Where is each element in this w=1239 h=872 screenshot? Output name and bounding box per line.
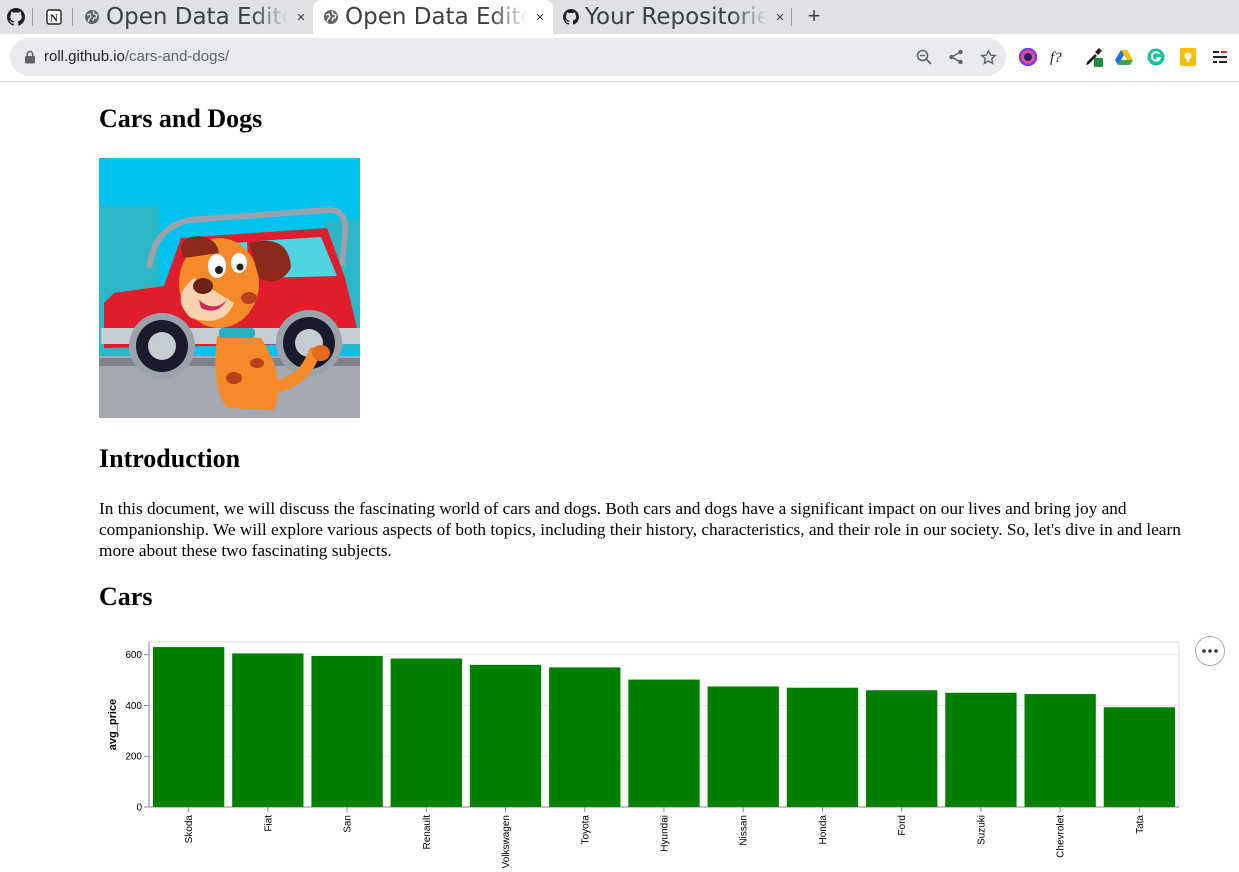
x-tick-label: Honda	[818, 815, 829, 845]
avg-price-chart: 0 200 400 600 avg_price Skoda Fiat San Renault Vo…	[99, 635, 1189, 872]
extension-keep[interactable]	[1177, 46, 1199, 68]
cartoon-dog-car-image	[99, 158, 360, 418]
y-tick-label: 0	[136, 803, 142, 814]
x-tick-label: San	[343, 815, 354, 833]
y-axis-title: avg_price	[107, 699, 119, 750]
bookmark-button[interactable]	[977, 46, 999, 68]
bar-tata	[1103, 707, 1176, 807]
bar-chevrolet	[1024, 694, 1096, 807]
bar-hyundai	[628, 679, 700, 807]
url-path: /cars-and-dogs/	[124, 48, 230, 65]
grammarly-icon	[1147, 48, 1165, 66]
bar-honda	[786, 687, 859, 807]
new-tab-button[interactable]: +	[800, 2, 828, 30]
introduction-paragraph: In this document, we will discuss the fa…	[99, 499, 1181, 560]
extension-grammarly[interactable]	[1145, 46, 1167, 68]
tab-separator	[32, 8, 33, 26]
tab-title: Open Data Editor	[345, 4, 527, 30]
tab-your-repositories[interactable]: Your Repositories ×	[553, 0, 789, 34]
tab-title: Your Repositories	[585, 4, 767, 30]
x-tick-label: Tata	[1135, 815, 1146, 834]
cars-heading: Cars	[99, 582, 153, 611]
color-picker-icon	[1019, 48, 1037, 66]
globe-icon	[85, 10, 99, 24]
url-host: roll.github.io	[44, 48, 125, 65]
address-bar[interactable]: roll.github.io/cars-and-dogs/	[10, 38, 1006, 76]
bar-ford	[866, 690, 938, 807]
bar-skoda	[152, 647, 225, 807]
close-icon[interactable]: ×	[771, 9, 789, 26]
bar-toyota	[549, 667, 621, 807]
lock-icon	[25, 50, 35, 64]
extension-eyedropper[interactable]	[1083, 46, 1105, 68]
x-tick-label: Hyundai	[660, 815, 671, 852]
tab-open-data-editor-1[interactable]: Open Data Editor ×	[74, 0, 310, 34]
bar-nissan	[707, 686, 779, 807]
y-tick-label: 600	[125, 650, 142, 661]
menu-extension-icon	[1213, 51, 1227, 63]
url-text: roll.github.io/cars-and-dogs/	[44, 48, 229, 65]
web-page: Cars and Dogs Introduction In this docum…	[0, 83, 1239, 872]
bar-chart-svg: 0 200 400 600 avg_price Skoda Fiat San Renault Vo…	[107, 641, 1180, 868]
tab-title: Open Data Editor	[106, 4, 288, 30]
google-drive-icon	[1115, 50, 1133, 65]
x-tick-label: Chevrolet	[1056, 815, 1067, 858]
bar-suzuki	[945, 692, 1017, 807]
bar-fiat	[232, 653, 304, 807]
tab-strip: N Open Data Editor × Open Data Editor × …	[0, 0, 1239, 34]
x-tick-label: Nissan	[739, 815, 750, 846]
svg-text:N: N	[50, 13, 58, 25]
extension-formula[interactable]: f?	[1049, 46, 1071, 68]
page-title: Cars and Dogs	[99, 104, 263, 133]
tab-open-data-editor-active[interactable]: Open Data Editor ×	[313, 0, 553, 34]
pinned-tab-github[interactable]	[2, 4, 30, 30]
close-icon[interactable]: ×	[292, 9, 310, 26]
x-tick-label: Fiat	[263, 815, 274, 832]
tab-separator	[791, 8, 792, 26]
x-tick-label: Renault	[422, 815, 433, 850]
bar-volkswagen	[469, 664, 542, 807]
introduction-heading: Introduction	[99, 444, 241, 473]
bar-san	[311, 655, 383, 807]
more-horizontal-icon	[1202, 649, 1218, 653]
extension-google-drive[interactable]	[1113, 46, 1135, 68]
x-tick-label: Ford	[897, 815, 908, 836]
chart-actions-button[interactable]	[1195, 636, 1225, 666]
zoom-out-icon	[916, 49, 932, 65]
share-button[interactable]	[945, 46, 967, 68]
x-tick-label: Toyota	[580, 815, 591, 845]
zoom-button[interactable]	[913, 46, 935, 68]
github-icon	[563, 9, 579, 25]
eyedropper-icon	[1086, 48, 1103, 67]
star-icon	[979, 48, 997, 65]
extension-color-picker[interactable]	[1017, 46, 1039, 68]
y-tick-label: 400	[125, 701, 142, 712]
formula-icon: f?	[1050, 50, 1062, 66]
keep-icon	[1180, 48, 1196, 66]
close-icon[interactable]: ×	[531, 9, 549, 26]
x-tick-label: Volkswagen	[501, 815, 512, 868]
bar-renault	[390, 658, 462, 807]
y-tick-label: 200	[125, 752, 142, 763]
globe-icon	[324, 10, 338, 24]
github-icon	[7, 8, 25, 26]
svg-text:f?: f?	[1050, 50, 1062, 66]
notion-icon: N	[46, 9, 62, 25]
x-tick-label: Suzuki	[976, 815, 987, 845]
share-icon	[949, 49, 963, 65]
browser-toolbar: roll.github.io/cars-and-dogs/ f?	[0, 34, 1239, 82]
pinned-tab-notion[interactable]: N	[40, 4, 68, 30]
x-tick-label: Skoda	[184, 815, 195, 844]
extension-menu[interactable]	[1209, 46, 1231, 68]
tab-separator	[72, 8, 73, 26]
